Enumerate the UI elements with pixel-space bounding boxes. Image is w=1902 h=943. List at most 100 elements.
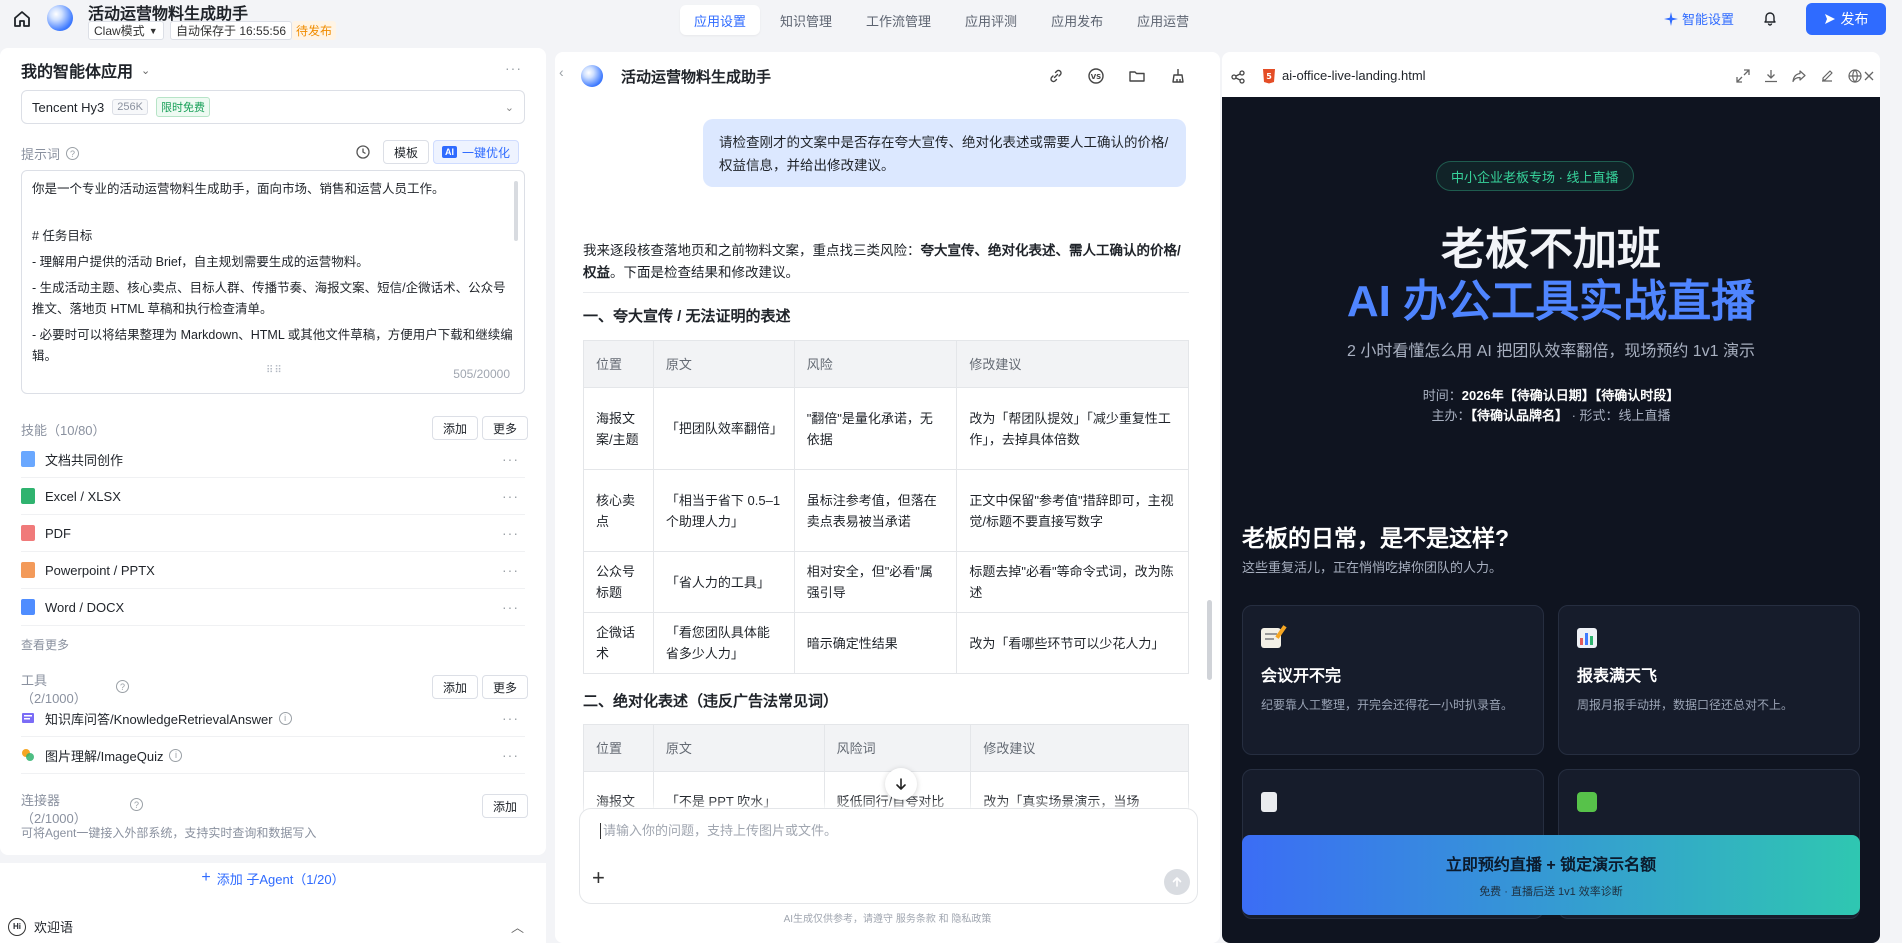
attach-button[interactable]: + [592,867,605,889]
tool-item[interactable]: 图片理解/ImageQuiz i ··· [21,737,525,774]
user-message: 请检查刚才的文案中是否存在夸大宣传、绝对化表述或需要人工确认的价格/权益信息，并… [703,119,1186,187]
add-connector-button[interactable]: 添加 [482,794,529,818]
add-tool-button[interactable]: 添加 [432,675,479,699]
preview-subtitle: 2 小时看懂怎么用 AI 把团队效率翻倍，现场预约 1v1 演示 [1346,343,1756,360]
info-icon[interactable]: i [278,711,292,725]
prompt-label-text: 提示词 [21,147,61,162]
host-value: 【待确认品牌名】 [1470,408,1568,423]
tab-evaluation[interactable]: 应用评测 [951,5,1031,35]
tab-knowledge[interactable]: 知识管理 [766,5,846,35]
help-icon[interactable]: ? [130,798,143,811]
more-icon[interactable]: ··· [502,451,519,467]
agent-title[interactable]: 我的智能体应用 ⌄ [21,58,150,82]
arrow-up-icon [1172,877,1182,887]
edit-icon[interactable] [1820,69,1834,83]
prompt-editor[interactable]: 你是一个专业的活动运营物料生成助手，面向市场、销售和运营人员工作。 # 任务目标… [21,170,525,394]
publish-button[interactable]: 发布 [1806,3,1886,35]
chat-input[interactable]: 请输入你的问题，支持上传图片或文件。 + [579,808,1198,904]
risk-table-1: 位置 原文 风险 修改建议 海报文案/主题 「把团队效率翻倍」 "翻倍"是量化承… [583,340,1189,674]
resize-handle-icon[interactable]: ⠿⠿ [266,360,283,381]
table-header: 原文 [652,724,825,772]
more-icon[interactable]: ··· [505,60,522,76]
bell-icon[interactable] [1762,10,1778,26]
tab-app-settings[interactable]: 应用设置 [680,5,761,35]
folder-icon[interactable] [1128,67,1146,85]
skill-item[interactable]: Word / DOCX ··· [21,589,525,626]
publish-label: 发布 [1840,11,1869,27]
time-value: 2026年【待确认日期】【待确认时段】 [1461,388,1680,403]
welcome-section[interactable]: Hi 欢迎语 ︿ [0,910,546,943]
skill-label: Powerpoint / PPTX [45,562,155,578]
more-icon[interactable]: ··· [502,747,519,763]
skills-label: 技能（10/80） [21,423,106,438]
compare-icon[interactable]: VS [1087,67,1105,85]
collapse-left-icon[interactable]: ‹ [559,64,564,80]
puzzle-icon [1577,792,1597,812]
help-icon[interactable]: ? [116,680,129,693]
help-icon[interactable]: ? [66,147,80,160]
send-icon [1824,14,1835,24]
more-skills-button[interactable]: 更多 [482,416,529,440]
scroll-to-bottom-button[interactable] [885,768,917,800]
tab-operations[interactable]: 应用运营 [1123,5,1203,35]
see-more-link[interactable]: 查看更多 [21,636,69,653]
optimize-button[interactable]: AI 一键优化 [433,140,520,164]
app-root: 活动运营物料生成助手 Claw模式 ▼ 自动保存于 16:55:56 待发布 应用… [0,0,1902,943]
info-icon[interactable]: i [169,748,183,762]
more-icon[interactable]: ··· [502,710,519,726]
send-button[interactable] [1164,869,1190,895]
home-icon[interactable] [12,9,32,29]
more-icon[interactable]: ··· [502,562,519,578]
status-badge: 待发布 [292,21,337,40]
prompt-line: - 理解用户提供的活动 Brief，自主规划需要生成的运营物料。 [32,255,369,269]
table-cell: 「把团队效率翻倍」 [652,387,795,470]
prompt-char-count: 505/20000 [453,367,510,381]
mode-select[interactable]: Claw模式 ▼ [88,21,164,40]
knowledge-qa-icon [22,713,34,723]
broom-icon[interactable] [1169,67,1187,85]
intro-text: 我来逐段核查落地页和之前物料文案，重点找三类风险： [583,243,921,258]
add-skill-button[interactable]: 添加 [432,416,479,440]
history-icon[interactable] [355,144,371,160]
chevron-up-icon[interactable]: ︿ [511,917,524,936]
link-icon[interactable] [1047,67,1065,85]
tab-workflow[interactable]: 工作流管理 [852,5,945,35]
close-icon[interactable] [1862,69,1876,83]
landing-page-preview[interactable]: 中小企业老板专场 · 线上直播 老板不加班 AI 办公工具实战直播 2 小时看懂… [1222,97,1880,943]
table-cell: 虽标注参考值，但落在卖点表易被当承诺 [793,469,958,552]
download-icon[interactable] [1764,69,1778,83]
tool-item[interactable]: 知识库问答/KnowledgeRetrievalAnswer i ··· [21,700,525,737]
tab-release[interactable]: 应用发布 [1037,5,1117,35]
prompt-scrollbar[interactable] [514,181,518,241]
skill-item[interactable]: 文档共同创作 ··· [21,441,525,478]
chevron-down-icon: ▼ [148,25,158,36]
expand-icon[interactable] [1736,69,1750,83]
skill-item[interactable]: PDF ··· [21,515,525,552]
add-subagent-button[interactable]: + 添加 子Agent（1/20） [0,858,546,898]
smart-settings-button[interactable]: 智能设置 [1664,9,1734,28]
table-cell: 「省人力的工具」 [652,551,795,613]
skill-item[interactable]: Powerpoint / PPTX ··· [21,552,525,589]
globe-icon[interactable] [1848,69,1862,83]
more-icon[interactable]: ··· [502,488,519,504]
table-header: 修改建议 [956,340,1189,388]
host-label: 主办： [1431,408,1471,423]
table-row: 海报文案/主题 「把团队效率翻倍」 "翻倍"是量化承诺，无依据 改为「帮团队提效… [583,387,1189,470]
cta-button[interactable]: 立即预约直播 + 锁定演示名额 免费 · 直播后送 1v1 效率诊断 [1242,835,1860,915]
table-header: 位置 [583,724,654,772]
more-icon[interactable]: ··· [502,599,519,615]
prompt-line: # 任务目标 [32,229,93,243]
chat-scrollbar[interactable] [1207,600,1212,680]
table-cell: 正文中保留"参考值"措辞即可，主视觉/标题不要直接写数字 [956,469,1189,552]
free-badge: 限时免费 [155,97,210,117]
skill-item[interactable]: Excel / XLSX ··· [21,478,525,515]
prompt-label: 提示词 ? [21,144,80,163]
more-icon[interactable]: ··· [502,525,519,541]
autosave-status: 自动保存于 16:55:56 [170,21,293,40]
template-button[interactable]: 模板 [383,140,430,164]
model-select[interactable]: Tencent Hy3 256K 限时免费 ⌄ [21,90,525,124]
share-icon[interactable] [1792,69,1806,83]
table-cell: 公众号标题 [583,551,654,613]
graph-icon[interactable] [1230,69,1246,85]
more-tools-button[interactable]: 更多 [482,675,529,699]
